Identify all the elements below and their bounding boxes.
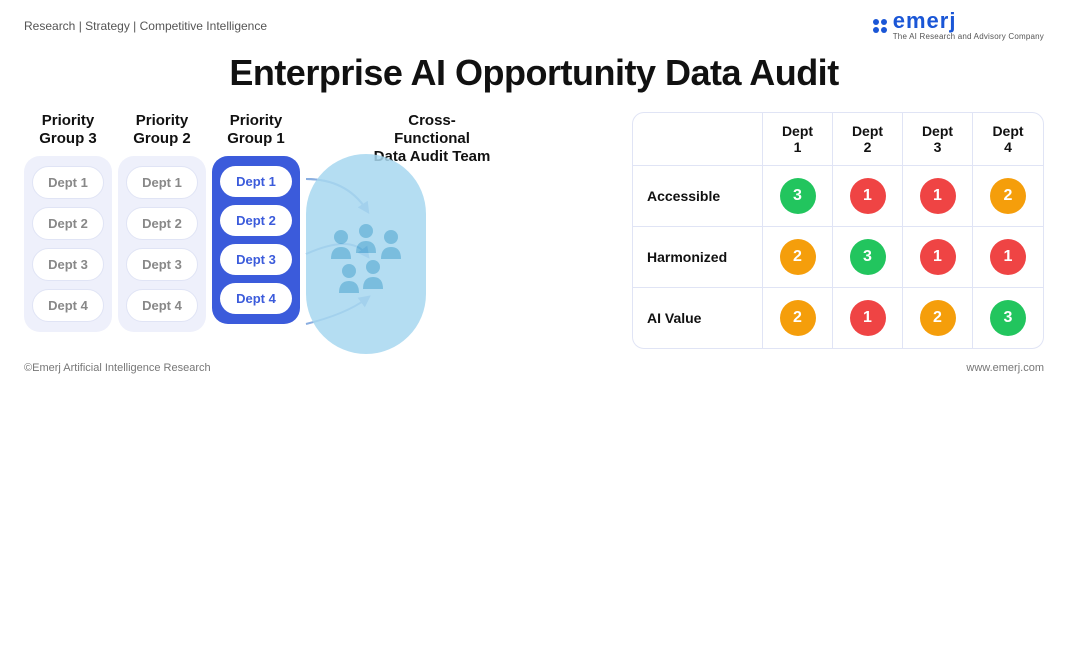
grid-row-harmonized: Harmonized 2 3 1 1 [633,227,1043,288]
pg1-dept-2: Dept 2 [220,205,292,236]
grid-label-harmonized: Harmonized [633,227,763,287]
badge-aivalue-d3: 2 [920,300,956,336]
grid-accessible-d4: 2 [973,166,1043,226]
pg2-dept-3: Dept 3 [126,248,198,281]
footer-bar: ©Emerj Artificial Intelligence Research … [0,354,1068,374]
grid-accessible-d1: 3 [763,166,833,226]
badge-aivalue-d4: 3 [990,300,1026,336]
grid-col-dept2: Dept2 [833,113,903,165]
pg2-dept-1: Dept 1 [126,166,198,199]
badge-harmonized-d1: 2 [780,239,816,275]
pg3-box: Dept 1 Dept 2 Dept 3 Dept 4 [24,156,112,332]
data-grid-section: Dept1 Dept2 Dept3 Dept4 Accessible 3 1 1… [632,112,1044,349]
priority-groups-section: PriorityGroup 3 Dept 1 Dept 2 Dept 3 Dep… [24,112,492,354]
logo-sub-text: The AI Research and Advisory Company [893,32,1044,42]
grid-label-accessible: Accessible [633,166,763,226]
badge-harmonized-d4: 1 [990,239,1026,275]
badge-aivalue-d2: 1 [850,300,886,336]
badge-harmonized-d2: 3 [850,239,886,275]
priority-group-2: PriorityGroup 2 Dept 1 Dept 2 Dept 3 Dep… [118,112,206,332]
pg1-dept-3: Dept 3 [220,244,292,275]
tagline: Research | Strategy | Competitive Intell… [24,19,267,33]
logo-dots [873,19,887,33]
priority-group-1: PriorityGroup 1 Dept 1 Dept 2 Dept 3 Dep… [212,112,300,324]
grid-accessible-d3: 1 [903,166,973,226]
grid-harmonized-d1: 2 [763,227,833,287]
badge-accessible-d3: 1 [920,178,956,214]
logo-main-text: emerj [893,10,1044,32]
pg2-dept-4: Dept 4 [126,289,198,322]
grid-harmonized-d3: 1 [903,227,973,287]
grid-aivalue-d3: 2 [903,288,973,348]
pg1-dept-4: Dept 4 [220,283,292,314]
pg3-title: PriorityGroup 3 [28,112,108,148]
data-grid: Dept1 Dept2 Dept3 Dept4 Accessible 3 1 1… [632,112,1044,349]
grid-harmonized-d2: 3 [833,227,903,287]
pg1-title: PriorityGroup 1 [216,112,296,148]
pg2-dept-2: Dept 2 [126,207,198,240]
badge-accessible-d2: 1 [850,178,886,214]
priority-group-3: PriorityGroup 3 Dept 1 Dept 2 Dept 3 Dep… [24,112,112,332]
grid-col-dept4: Dept4 [973,113,1043,165]
logo-dot [881,19,887,25]
logo-text: emerj The AI Research and Advisory Compa… [893,10,1044,42]
grid-harmonized-d4: 1 [973,227,1043,287]
pg3-dept-1: Dept 1 [32,166,104,199]
badge-harmonized-d3: 1 [920,239,956,275]
grid-label-aivalue: AI Value [633,288,763,348]
grid-header-empty [633,113,763,165]
logo-dot [881,27,887,33]
badge-aivalue-d1: 2 [780,300,816,336]
cross-functional-team-circle [306,154,426,354]
grid-aivalue-d1: 2 [763,288,833,348]
logo-dot [873,19,879,25]
people-icon [321,209,411,299]
grid-col-dept3: Dept3 [903,113,973,165]
pg2-title: PriorityGroup 2 [122,112,202,148]
main-content: PriorityGroup 3 Dept 1 Dept 2 Dept 3 Dep… [0,112,1068,354]
footer-left: ©Emerj Artificial Intelligence Research [24,362,211,374]
pg3-dept-2: Dept 2 [32,207,104,240]
badge-accessible-d1: 3 [780,178,816,214]
pg2-box: Dept 1 Dept 2 Dept 3 Dept 4 [118,156,206,332]
pg3-dept-3: Dept 3 [32,248,104,281]
page-title: Enterprise AI Opportunity Data Audit [0,52,1068,94]
grid-col-dept1: Dept1 [763,113,833,165]
grid-row-accessible: Accessible 3 1 1 2 [633,166,1043,227]
pg1-dept-1: Dept 1 [220,166,292,197]
top-bar: Research | Strategy | Competitive Intell… [0,0,1068,42]
grid-row-aivalue: AI Value 2 1 2 3 [633,288,1043,348]
logo: emerj The AI Research and Advisory Compa… [873,10,1044,42]
grid-aivalue-d4: 3 [973,288,1043,348]
grid-header-row: Dept1 Dept2 Dept3 Dept4 [633,113,1043,166]
grid-accessible-d2: 1 [833,166,903,226]
pg1-box: Dept 1 Dept 2 Dept 3 Dept 4 [212,156,300,324]
grid-aivalue-d2: 1 [833,288,903,348]
badge-accessible-d4: 2 [990,178,1026,214]
pg3-dept-4: Dept 4 [32,289,104,322]
logo-dot [873,27,879,33]
footer-right: www.emerj.com [966,362,1044,374]
